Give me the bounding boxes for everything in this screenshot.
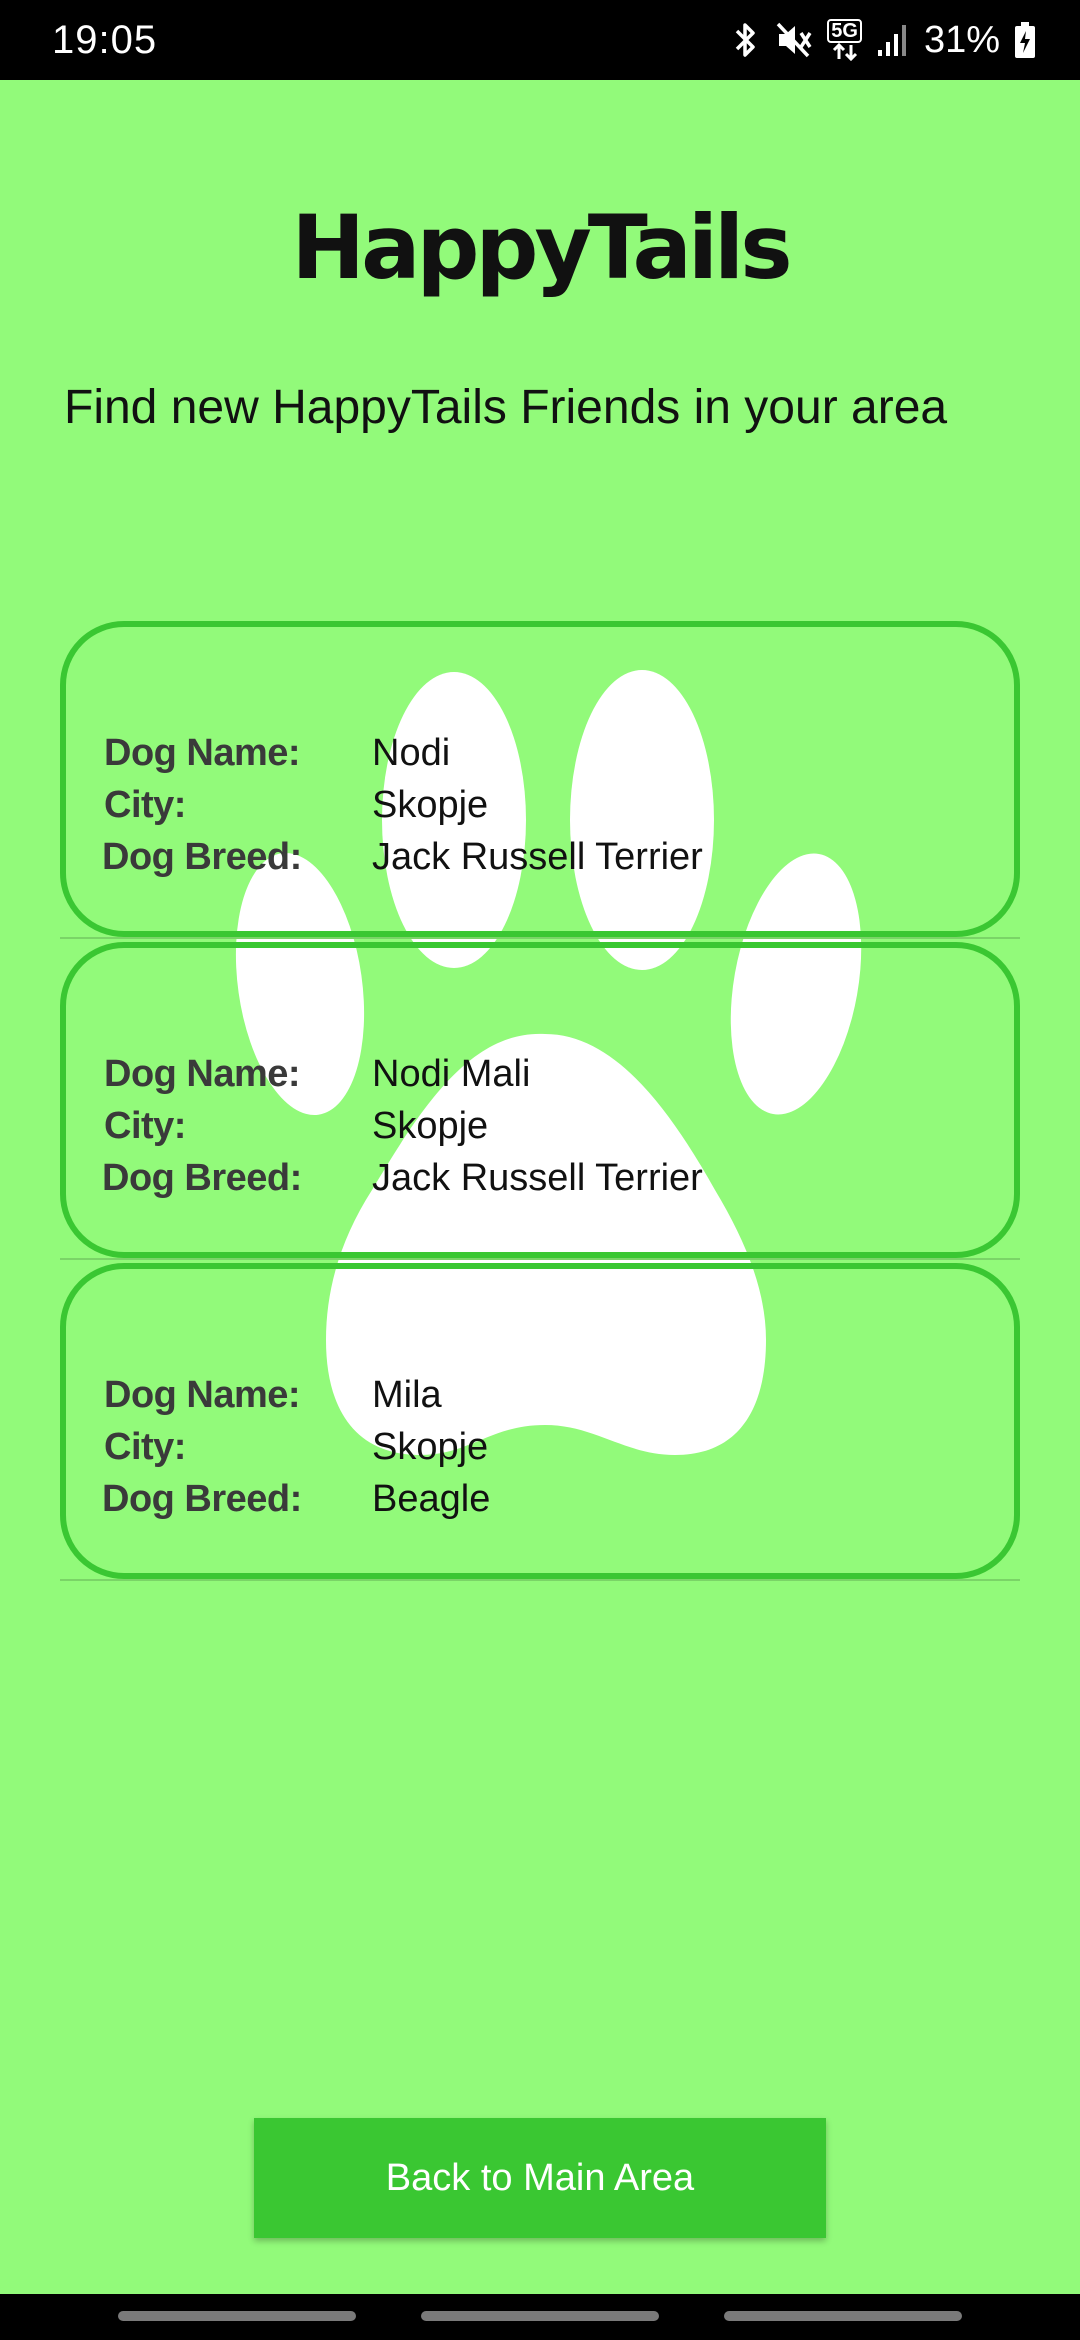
dog-breed-label: Dog Breed: — [102, 1478, 302, 1520]
nav-recent-handle[interactable] — [118, 2311, 356, 2321]
battery-percent: 31% — [923, 18, 1000, 61]
mute-icon — [776, 22, 812, 58]
status-time: 19:05 — [52, 18, 158, 62]
dog-card[interactable]: Dog Name: Nodi City: Skopje Dog Breed: J… — [60, 621, 1020, 937]
status-icons: 5G 31% — [731, 14, 1036, 66]
dog-name-value: Mila — [372, 1374, 442, 1416]
city-label: City: — [104, 784, 186, 826]
list-divider — [60, 937, 1020, 939]
system-nav-bar — [0, 2294, 1080, 2340]
dog-name-row: Dog Name: Mila — [104, 1369, 442, 1421]
dog-breed-value: Jack Russell Terrier — [372, 1157, 703, 1199]
list-divider — [60, 1579, 1020, 1581]
dog-breed-value: Beagle — [372, 1478, 491, 1520]
dog-name-value: Nodi — [372, 732, 451, 774]
nav-back-handle[interactable] — [724, 2311, 962, 2321]
city-value: Skopje — [372, 1426, 489, 1468]
city-label: City: — [104, 1426, 186, 1468]
app-screen: HappyTails Find new HappyTails Friends i… — [0, 80, 1080, 2294]
dog-name-row: Dog Name: Nodi — [104, 727, 450, 779]
dog-name-label: Dog Name: — [104, 732, 301, 774]
battery-icon — [1015, 22, 1035, 58]
dog-name-row: Dog Name: Nodi Mali — [104, 1048, 530, 1100]
dog-breed-label: Dog Breed: — [102, 1157, 302, 1199]
dog-name-label: Dog Name: — [104, 1374, 301, 1416]
dog-breed-row: Dog Breed: Jack Russell Terrier — [102, 831, 703, 883]
status-bar: 19:05 5G 31% — [0, 0, 1080, 80]
bluetooth-icon — [736, 23, 755, 57]
signal-icon — [877, 25, 906, 56]
city-value: Skopje — [372, 1105, 489, 1147]
dog-breed-value: Jack Russell Terrier — [372, 836, 703, 878]
dog-card[interactable]: Dog Name: Mila City: Skopje Dog Breed: B… — [60, 1263, 1020, 1579]
city-row: City: Skopje — [104, 1421, 488, 1473]
dog-name-label: Dog Name: — [104, 1053, 301, 1095]
page-subtitle: Find new HappyTails Friends in your area — [64, 381, 948, 434]
city-row: City: Skopje — [104, 1100, 488, 1152]
city-row: City: Skopje — [104, 779, 488, 831]
app-logo: HappyTails — [291, 196, 792, 299]
network-type-label: 5G — [827, 19, 862, 43]
dog-breed-row: Dog Breed: Beagle — [102, 1473, 490, 1525]
5g-icon: 5G — [827, 19, 862, 61]
nav-home-handle[interactable] — [421, 2311, 659, 2321]
dog-name-value: Nodi Mali — [372, 1053, 531, 1095]
city-value: Skopje — [372, 784, 489, 826]
dog-breed-label: Dog Breed: — [102, 836, 302, 878]
dog-card[interactable]: Dog Name: Nodi Mali City: Skopje Dog Bre… — [60, 942, 1020, 1258]
back-to-main-button[interactable]: Back to Main Area — [254, 2118, 826, 2238]
dog-breed-row: Dog Breed: Jack Russell Terrier — [102, 1152, 703, 1204]
city-label: City: — [104, 1105, 186, 1147]
list-divider — [60, 1258, 1020, 1260]
